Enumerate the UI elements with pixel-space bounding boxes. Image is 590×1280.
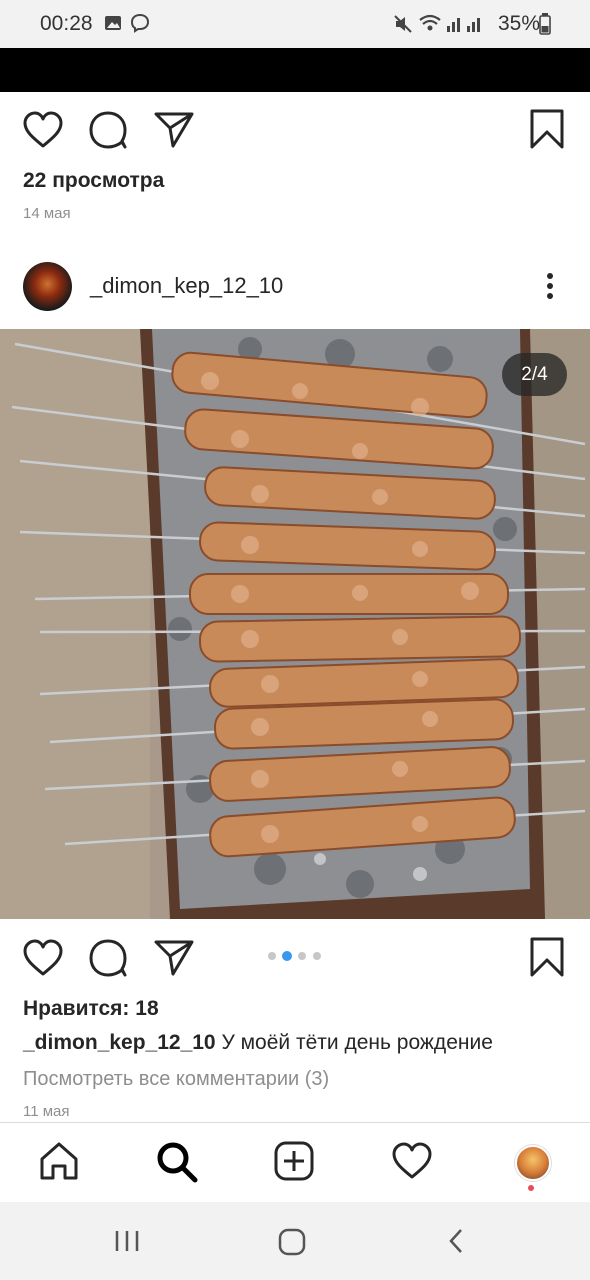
- heart-icon[interactable]: [391, 1141, 433, 1181]
- heart-icon[interactable]: [22, 938, 64, 978]
- carousel-counter: 2/4: [502, 353, 567, 396]
- system-nav-bar: [0, 1202, 590, 1280]
- caption-text: У моёй тёти день рождение: [215, 1031, 493, 1054]
- gallery-icon: [104, 15, 122, 31]
- likes-count[interactable]: Нравится: 18: [23, 997, 159, 1021]
- search-icon[interactable]: [155, 1140, 199, 1184]
- add-post-icon[interactable]: [273, 1140, 315, 1182]
- more-vertical-icon[interactable]: [540, 272, 560, 302]
- post-date: 11 мая: [23, 1103, 70, 1120]
- home-button-icon[interactable]: [278, 1228, 306, 1256]
- recent-apps-icon[interactable]: [113, 1229, 141, 1253]
- back-icon[interactable]: [446, 1227, 466, 1255]
- comment-icon[interactable]: [88, 110, 130, 150]
- carousel-dot: [268, 952, 276, 960]
- status-time: 00:28: [40, 12, 93, 35]
- caption-username[interactable]: _dimon_kep_12_10: [23, 1031, 216, 1054]
- post-photo[interactable]: 2/4: [0, 329, 590, 919]
- battery-percent: 35%: [497, 12, 540, 35]
- send-icon[interactable]: [153, 938, 195, 978]
- signal-icon: [445, 14, 485, 32]
- post-date: 14 мая: [23, 205, 71, 222]
- view-comments-link[interactable]: Посмотреть все комментарии (3): [23, 1068, 329, 1091]
- mute-icon: [393, 14, 413, 34]
- battery-icon: [539, 13, 551, 35]
- viber-icon: [130, 13, 150, 33]
- carousel-dot: [313, 952, 321, 960]
- heart-icon[interactable]: [22, 110, 64, 150]
- home-icon[interactable]: [38, 1140, 80, 1182]
- post-username[interactable]: _dimon_kep_12_10: [90, 273, 283, 299]
- carousel-dot-active: [282, 951, 292, 961]
- views-count[interactable]: 22 просмотра: [23, 169, 164, 193]
- kebab-photo-illustration: [0, 329, 590, 919]
- bookmark-icon[interactable]: [529, 936, 565, 978]
- avatar[interactable]: [23, 262, 72, 311]
- notification-dot: [528, 1185, 534, 1191]
- bookmark-icon[interactable]: [529, 108, 565, 150]
- post-caption: _dimon_kep_12_10 У моёй тёти день рожден…: [23, 1031, 493, 1055]
- avatar[interactable]: [515, 1145, 551, 1181]
- status-bar: 00:28 35%: [0, 0, 590, 48]
- previous-post-media: [0, 48, 590, 92]
- carousel-dot: [298, 952, 306, 960]
- comment-icon[interactable]: [88, 938, 130, 978]
- wifi-icon: [418, 13, 442, 33]
- send-icon[interactable]: [153, 110, 195, 150]
